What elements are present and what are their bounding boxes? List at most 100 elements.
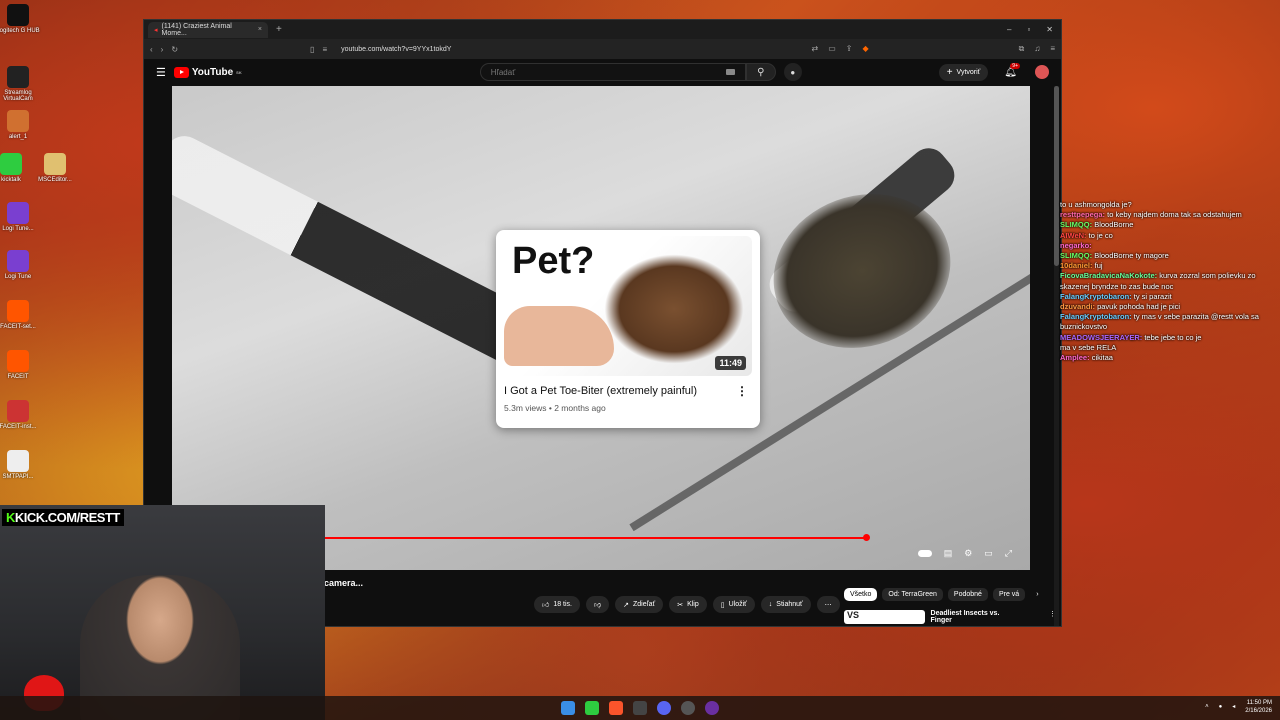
maximize-icon[interactable]: ▫: [1027, 25, 1030, 34]
endscreen-video-card[interactable]: Pet? 11:49 I Got a Pet Toe-Biter (extrem…: [496, 230, 760, 428]
subtitles-icon[interactable]: ▤: [944, 548, 953, 559]
chat-username[interactable]: MEADOWSJEERAYER:: [1060, 333, 1142, 342]
clock[interactable]: 11:50 PM 2/16/2026: [1245, 699, 1272, 715]
share-icon[interactable]: ⇪: [846, 44, 853, 54]
fullscreen-icon[interactable]: ⤢: [1005, 548, 1012, 559]
chat-username[interactable]: SLIMQQ:: [1060, 220, 1092, 229]
close-window-icon[interactable]: ✕: [1046, 25, 1053, 34]
page-scrollbar[interactable]: [1054, 86, 1059, 626]
cast-icon[interactable]: ▭: [828, 44, 836, 54]
media-icon[interactable]: ♫: [1034, 44, 1040, 54]
obs-icon[interactable]: [705, 701, 719, 715]
search-input[interactable]: Hľadať: [479, 63, 746, 81]
desktop-icon[interactable]: FACEIT: [0, 350, 43, 380]
create-button[interactable]: + Vytvoriť: [938, 63, 989, 81]
extensions-icon[interactable]: ⧉: [1019, 44, 1025, 54]
chat-username[interactable]: dzuvandi:: [1060, 302, 1095, 311]
like-button[interactable]: 👍︎ 18 tis.: [534, 596, 581, 613]
chat-message: resttpepega: to keby najdem doma tak sa …: [1060, 210, 1260, 220]
chip-all[interactable]: Všetko: [844, 588, 878, 601]
back-icon[interactable]: ‹: [150, 45, 153, 54]
minimize-icon[interactable]: –: [1007, 25, 1011, 34]
chat-username[interactable]: AIWeN:: [1060, 231, 1087, 240]
translate-icon[interactable]: ⇄: [811, 44, 818, 54]
notifications-button[interactable]: 🔔︎ 9+: [1004, 62, 1020, 78]
screen-tool-icon[interactable]: [633, 701, 647, 715]
chat-username[interactable]: SLIMQQ:: [1060, 251, 1092, 260]
chat-username[interactable]: FicovaBradavicaNaKokote:: [1060, 271, 1157, 280]
desktop-icon[interactable]: alert_1: [0, 110, 43, 140]
hamburger-menu-icon[interactable]: ☰: [156, 66, 166, 79]
chat-username[interactable]: Amplee:: [1060, 353, 1090, 362]
clip-button[interactable]: ✂ Klip: [669, 596, 707, 613]
tray-chevron-icon[interactable]: ˄: [1205, 703, 1209, 711]
download-button[interactable]: ↓ Stiahnuť: [760, 596, 811, 613]
browser-tab[interactable]: ◂ (1141) Craziest Animal Mome... ×: [148, 21, 268, 38]
endscreen-title[interactable]: I Got a Pet Toe-Biter (extremely painful…: [504, 385, 697, 397]
desktop-icon[interactable]: FACEIT-inst...: [0, 400, 43, 430]
forward-icon[interactable]: ›: [161, 45, 164, 54]
scrollbar-thumb[interactable]: [1054, 86, 1059, 266]
close-tab-icon[interactable]: ×: [258, 26, 262, 33]
save-button[interactable]: ▯ Uložiť: [712, 596, 755, 613]
recommended-thumbnail[interactable]: VS: [844, 610, 925, 624]
video-player[interactable]: Pet? 11:49 I Got a Pet Toe-Biter (extrem…: [172, 86, 1030, 570]
autoplay-toggle[interactable]: [917, 550, 932, 557]
start-windows-icon[interactable]: [561, 701, 575, 715]
dislike-button[interactable]: 👎︎: [586, 596, 610, 613]
thumbs-down-icon: 👎︎: [594, 602, 602, 609]
url-field[interactable]: youtube.com/watch?v=9YYx1tokdY: [341, 46, 451, 53]
shield-icon[interactable]: ◆: [862, 44, 868, 54]
progress-scrubber[interactable]: [862, 534, 870, 541]
discord-icon[interactable]: [657, 701, 671, 715]
search-button[interactable]: ⚲: [745, 63, 776, 81]
chat-message: ma v sebe RELA: [1060, 343, 1260, 353]
chip-for-you[interactable]: Pre vá: [992, 588, 1026, 601]
miniplayer-icon[interactable]: ▭: [984, 548, 993, 559]
desktop-icon[interactable]: Logi Tune: [0, 250, 43, 280]
new-tab-button[interactable]: +: [276, 24, 282, 35]
kick-app-icon[interactable]: [585, 701, 599, 715]
desktop-icon[interactable]: FACEIT-set...: [0, 300, 43, 330]
address-bar: ‹ › ↻ ▯ ≡ youtube.com/watch?v=9YYx1tokdY…: [144, 39, 1061, 59]
chat-text: to u ashmongolda je?: [1060, 200, 1132, 209]
chat-username[interactable]: resttpepega:: [1060, 210, 1105, 219]
video-frame-insect: [751, 169, 973, 373]
share-button[interactable]: ↗ Zdieľať: [615, 596, 664, 613]
recommended-video[interactable]: VS Deadliest Insects vs. Finger ⋮: [844, 610, 1056, 624]
more-options-icon[interactable]: ⋮: [736, 384, 752, 398]
chat-username[interactable]: FalangKryptobaron:: [1060, 292, 1132, 301]
desktop-icon[interactable]: MSCEditor...: [30, 153, 80, 183]
chips-next-icon[interactable]: ›: [1030, 588, 1044, 601]
bookmark-icon[interactable]: ▯: [310, 45, 314, 54]
address-bar-actions: ⇄ ▭ ⇪ ◆ ⧉ ♫ ≡: [811, 44, 1055, 54]
recommended-title[interactable]: Deadliest Insects vs. Finger: [931, 610, 1021, 624]
reload-icon[interactable]: ↻: [171, 45, 178, 54]
app-icon: [7, 250, 29, 272]
chip-related[interactable]: Podobné: [947, 588, 988, 601]
recommended-more-icon[interactable]: ⋮: [1049, 610, 1056, 624]
endscreen-thumbnail[interactable]: Pet? 11:49: [504, 236, 752, 376]
desktop-icon[interactable]: Logitech G HUB: [0, 4, 43, 34]
desktop-icon[interactable]: SMTPAPI...: [0, 450, 43, 480]
chat-username[interactable]: 10daniel:: [1060, 261, 1093, 270]
youtube-logo[interactable]: YouTube SK: [173, 66, 242, 78]
chat-message: FalangKryptobaron: ty si parazit: [1060, 292, 1260, 302]
chat-message: FicovaBradavicaNaKokote: kurva zozral so…: [1060, 271, 1260, 291]
desktop-icon[interactable]: Logi Tune...: [0, 202, 43, 232]
chat-username[interactable]: negarko:: [1060, 241, 1092, 250]
tray-mic-icon[interactable]: ●: [1219, 703, 1223, 711]
app-icon[interactable]: [681, 701, 695, 715]
tray-speaker-icon[interactable]: ◂: [1232, 703, 1235, 711]
desktop-icon[interactable]: Streamlog VirtualCam: [0, 66, 43, 102]
voice-search-button[interactable]: ●: [783, 63, 802, 81]
site-info-icon[interactable]: ≡: [322, 45, 327, 54]
keyboard-icon[interactable]: [725, 69, 735, 75]
chip-from-channel[interactable]: Od: TerraGreen: [882, 588, 943, 601]
chat-username[interactable]: FalangKryptobaron:: [1060, 312, 1132, 321]
brave-browser-icon[interactable]: [609, 701, 623, 715]
more-actions-button[interactable]: ⋯: [816, 596, 840, 613]
menu-icon[interactable]: ≡: [1050, 44, 1055, 54]
avatar[interactable]: [1035, 65, 1049, 79]
settings-gear-icon[interactable]: ⚙: [964, 548, 972, 559]
